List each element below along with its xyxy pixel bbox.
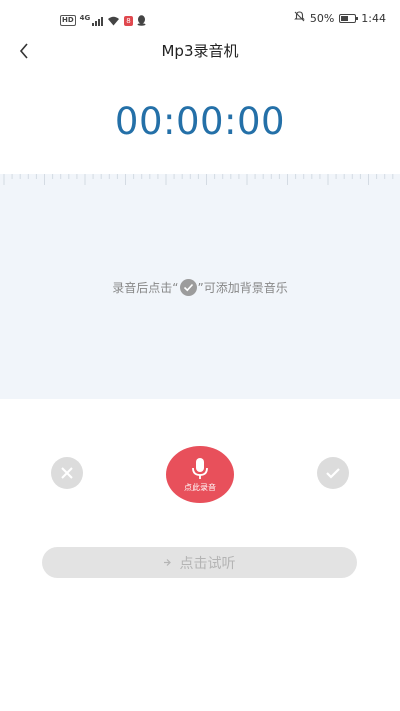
qq-icon [137, 11, 146, 30]
close-icon [61, 467, 73, 479]
record-button[interactable]: 点此录音 [166, 446, 234, 503]
recording-timer: 00:00:00 [114, 100, 286, 143]
hd-indicator: HD [60, 15, 76, 26]
status-right: 50% 1:44 [294, 11, 386, 25]
listen-button-label: 点击试听 [179, 555, 236, 572]
background-music-hint: 录音后点击“ ”可添加背景音乐 [0, 279, 400, 296]
check-icon [326, 468, 340, 479]
chevron-left-icon [19, 43, 28, 59]
record-button-label: 点此录音 [184, 482, 216, 492]
cancel-recording-button[interactable] [51, 457, 83, 489]
title-bar: Mp3录音机 [0, 36, 400, 66]
signal-icon [92, 16, 104, 26]
hint-text-after: ”可添加背景音乐 [197, 281, 288, 295]
confirm-recording-button[interactable] [317, 457, 349, 489]
status-left: HD 4G 8 [60, 11, 146, 30]
clock: 1:44 [361, 11, 386, 25]
back-button[interactable] [10, 36, 38, 66]
hint-text-before: 录音后点击“ [112, 281, 179, 295]
time-ruler [3, 174, 394, 185]
check-icon [179, 279, 197, 296]
microphone-icon [192, 457, 208, 479]
wifi-icon [107, 11, 120, 30]
page-title: Mp3录音机 [161, 42, 239, 60]
play-arrow-icon [163, 559, 171, 566]
status-bar: HD 4G 8 50% 1:44 [0, 0, 400, 36]
battery-percent: 50% [309, 11, 335, 25]
mute-icon [294, 11, 305, 25]
battery-fill [341, 15, 349, 21]
network-type: 4G [79, 13, 91, 22]
waveform-panel: 录音后点击“ ”可添加背景音乐 [0, 174, 400, 399]
battery-icon [339, 13, 359, 23]
listen-button[interactable]: 点击试听 [42, 547, 357, 578]
app-notification-icon: 8 [124, 15, 133, 26]
